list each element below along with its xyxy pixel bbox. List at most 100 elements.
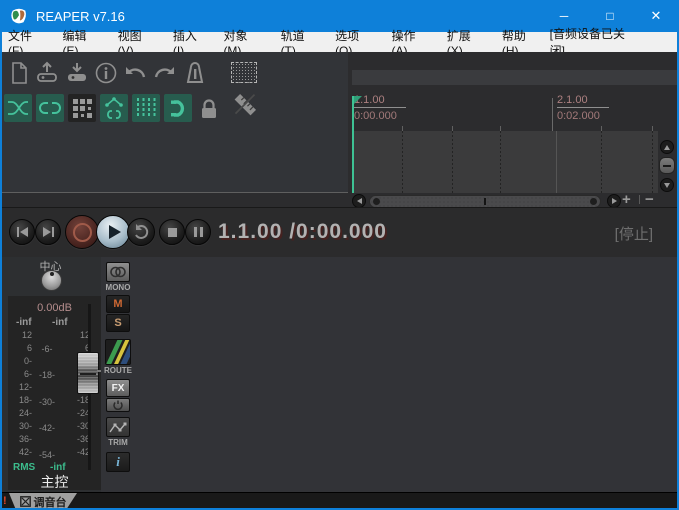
- pause-button[interactable]: [185, 219, 211, 245]
- stop-button[interactable]: [159, 219, 185, 245]
- go-to-start-icon: [17, 227, 28, 237]
- mute-button[interactable]: M: [106, 295, 130, 313]
- scale-number: 30-: [8, 420, 32, 433]
- metronome-icon[interactable]: [182, 60, 208, 86]
- menu-bar: 文件(F)编辑(E)视图(V)插入(I)对象(M)轨道(T)选项(O)操作(A)…: [0, 32, 679, 52]
- scale-number: 12: [66, 329, 90, 342]
- grid-lines-button[interactable]: [132, 94, 160, 122]
- mono-label: MONO: [99, 283, 137, 292]
- scale-number: 18-: [8, 394, 32, 407]
- volume-fader-thumb[interactable]: [77, 352, 99, 394]
- go-to-end-button[interactable]: [35, 219, 61, 245]
- scale-number: -30: [66, 420, 90, 433]
- arrow-left-icon: [357, 198, 362, 204]
- zoom-out-button[interactable]: −: [645, 192, 654, 207]
- scroll-right-button[interactable]: [607, 194, 621, 208]
- new-project-icon[interactable]: [6, 60, 32, 86]
- ruler-time-label: 0:02.000: [557, 110, 609, 122]
- project-settings-icon[interactable]: [93, 60, 119, 86]
- save-project-icon[interactable]: [64, 60, 90, 86]
- auto-crossfade-button[interactable]: [4, 94, 32, 122]
- ruler-measure-line: [552, 98, 553, 132]
- menu-item[interactable]: 轨道(T): [273, 32, 328, 52]
- close-button[interactable]: ✕: [633, 0, 679, 32]
- menu-item[interactable]: 编辑(E): [55, 32, 110, 52]
- trim-label: TRIM: [99, 438, 137, 447]
- menu-item[interactable]: 操作(A): [384, 32, 439, 52]
- grid-line: [500, 131, 501, 193]
- mono-button[interactable]: [106, 262, 130, 282]
- ruler-beat-label: 2.1.00: [557, 94, 609, 108]
- grid-measure-line: [556, 131, 557, 193]
- scroll-down-button[interactable]: [660, 178, 674, 192]
- scale-number: -6-: [35, 336, 59, 362]
- grid-line: [601, 131, 602, 193]
- vertical-zoom-out-button[interactable]: [659, 157, 675, 174]
- scale-number: -42: [66, 446, 90, 459]
- pan-knob[interactable]: [41, 270, 62, 291]
- reaper-logo-icon[interactable]: [10, 7, 28, 25]
- scale-number: 24-: [8, 407, 32, 420]
- edit-cursor[interactable]: [352, 96, 354, 193]
- marquee-select-icon[interactable]: [231, 62, 257, 83]
- power-icon: [113, 400, 123, 410]
- envelope-group-button[interactable]: [100, 94, 128, 122]
- grid-line: [652, 131, 653, 193]
- menu-item[interactable]: 对象(M): [215, 32, 272, 52]
- solo-button[interactable]: S: [106, 314, 130, 332]
- open-project-icon[interactable]: [34, 60, 60, 86]
- audio-warning-indicator[interactable]: !: [3, 495, 7, 507]
- meter-scale-left: 1260-6-12-18-24-30-36-42-: [8, 329, 32, 459]
- menu-item[interactable]: 扩展(X): [439, 32, 494, 52]
- route-icon: [106, 339, 130, 365]
- scale-number: -24: [66, 407, 90, 420]
- play-state-status: [停止]: [615, 223, 653, 244]
- menu-item[interactable]: 视图(V): [110, 32, 165, 52]
- arrange-view[interactable]: 1.1.00 0:00.000 2.1.00 0:02.000: [348, 52, 679, 207]
- scale-number: 12-: [8, 381, 32, 394]
- lock-icon[interactable]: [196, 96, 222, 122]
- meter-scale-right: 126-0-6-12-18-24-30-36-42: [66, 329, 90, 459]
- ruler-disabled-icon[interactable]: [232, 92, 258, 118]
- divider: [639, 195, 640, 204]
- loop-button[interactable]: [127, 218, 155, 246]
- window-title: REAPER v7.16: [36, 9, 125, 24]
- time-display[interactable]: 1.1.00 /0:00.000: [218, 220, 387, 244]
- window-border: [0, 32, 2, 510]
- route-button[interactable]: [105, 339, 131, 365]
- track-name[interactable]: 主控: [8, 472, 101, 492]
- trim-button[interactable]: [106, 417, 130, 437]
- play-button[interactable]: [96, 215, 130, 249]
- scale-number: -30-: [35, 389, 59, 415]
- go-to-start-button[interactable]: [9, 219, 35, 245]
- menu-items: 文件(F)编辑(E)视图(V)插入(I)对象(M)轨道(T)选项(O)操作(A)…: [0, 32, 550, 52]
- docker-top-strip: [352, 70, 679, 85]
- peak-readout-left: -inf: [16, 317, 32, 328]
- ruler-mark: 2.1.00 0:02.000: [557, 94, 609, 122]
- arrow-down-icon: [664, 183, 670, 188]
- edit-cursor-flag: [354, 96, 362, 104]
- undo-icon[interactable]: [122, 60, 148, 86]
- scrollbar-center-marker: [484, 198, 486, 205]
- trim-envelope-icon: [109, 421, 127, 434]
- zoom-in-button[interactable]: +: [622, 192, 631, 207]
- scale-number: 12: [8, 329, 32, 342]
- redo-icon[interactable]: [152, 60, 178, 86]
- scroll-left-button[interactable]: [352, 194, 366, 208]
- fx-button[interactable]: FX: [106, 379, 130, 397]
- menu-item[interactable]: 插入(I): [165, 32, 216, 52]
- ripple-link-button[interactable]: [36, 94, 64, 122]
- loop-icon: [132, 223, 150, 241]
- ruler-time-label: 0:00.000: [354, 110, 406, 122]
- menu-item[interactable]: 文件(F): [0, 32, 55, 52]
- menu-item[interactable]: 帮助(H): [494, 32, 550, 52]
- menu-item[interactable]: 选项(O): [327, 32, 383, 52]
- grid-settings-button[interactable]: [68, 94, 96, 122]
- scroll-up-button[interactable]: [660, 140, 674, 154]
- meter-scale-mid: -6--18--30--42--54-: [35, 336, 59, 468]
- record-button[interactable]: [65, 215, 99, 249]
- track-info-button[interactable]: i: [106, 452, 130, 472]
- snap-toggle-button[interactable]: [164, 94, 192, 122]
- fx-bypass-button[interactable]: [106, 398, 130, 412]
- arrange-grid[interactable]: [352, 131, 658, 193]
